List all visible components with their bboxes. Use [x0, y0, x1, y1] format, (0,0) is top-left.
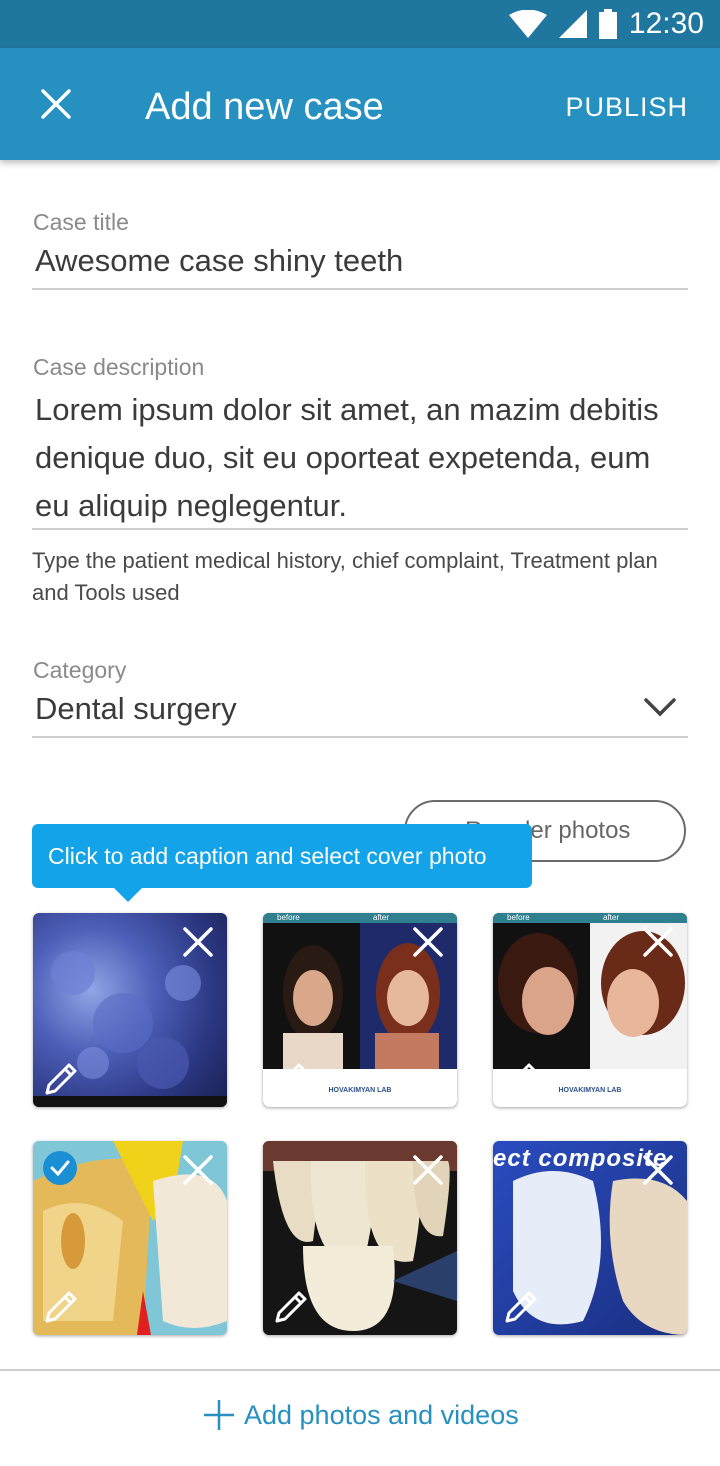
remove-photo-icon[interactable]	[179, 1151, 217, 1189]
photo-tile[interactable]: ect composite	[493, 1141, 687, 1335]
remove-photo-icon[interactable]	[409, 1151, 447, 1189]
category-select[interactable]: Dental surgery	[35, 691, 237, 727]
edit-caption-icon[interactable]	[501, 1059, 541, 1099]
status-time: 12:30	[628, 7, 704, 40]
remove-photo-icon[interactable]	[409, 923, 447, 961]
wifi-icon	[508, 10, 547, 38]
remove-photo-icon[interactable]	[639, 1151, 677, 1189]
photo-tile-cover[interactable]	[33, 1141, 227, 1335]
edit-caption-icon[interactable]	[271, 1287, 311, 1327]
category-label: Category	[33, 657, 127, 683]
status-icons: 12:30	[508, 0, 704, 48]
bottom-divider	[0, 1369, 720, 1371]
tooltip-text: Click to add caption and select cover ph…	[48, 842, 487, 869]
close-icon	[41, 89, 71, 119]
case-description-helper: Type the patient medical history, chief …	[32, 548, 658, 605]
case-title-label: Case title	[33, 209, 129, 235]
remove-photo-icon[interactable]	[639, 923, 677, 961]
plus-icon	[204, 1400, 234, 1430]
battery-icon	[598, 9, 617, 39]
page-title: Add new case	[145, 86, 384, 128]
app-bar: Add new case PUBLISH	[0, 48, 720, 160]
case-title-input[interactable]: Awesome case shiny teeth	[35, 243, 403, 279]
case-description-label: Case description	[33, 354, 205, 380]
photo-tile[interactable]: before after HOVAKIMYAN LAB	[263, 913, 457, 1107]
add-photos-button[interactable]: Add photos and videos	[202, 1398, 519, 1432]
edit-caption-icon[interactable]	[41, 1287, 81, 1327]
photo-tile[interactable]	[33, 913, 227, 1107]
checkmark-icon	[50, 1160, 70, 1177]
photo-tile[interactable]: before after HOVAKIMYAN LAB	[493, 913, 687, 1107]
close-button[interactable]	[24, 72, 88, 136]
signal-icon	[558, 10, 587, 38]
edit-caption-icon[interactable]	[501, 1287, 541, 1327]
status-bar: 12:30	[0, 0, 720, 48]
tooltip-arrow	[112, 886, 144, 902]
case-title-underline	[32, 288, 688, 290]
cover-selected-badge	[43, 1151, 77, 1185]
caption-tooltip: Click to add caption and select cover ph…	[32, 824, 532, 888]
case-description-underline	[32, 528, 688, 530]
publish-button[interactable]: PUBLISH	[565, 92, 688, 123]
chevron-down-icon[interactable]	[640, 692, 680, 722]
edit-caption-icon[interactable]	[41, 1059, 81, 1099]
category-underline	[32, 736, 688, 738]
add-photos-label: Add photos and videos	[244, 1399, 519, 1430]
edit-caption-icon[interactable]	[271, 1059, 311, 1099]
case-description-input[interactable]: Lorem ipsum dolor sit amet, an mazim deb…	[35, 386, 675, 530]
remove-photo-icon[interactable]	[179, 923, 217, 961]
photo-tile[interactable]	[263, 1141, 457, 1335]
